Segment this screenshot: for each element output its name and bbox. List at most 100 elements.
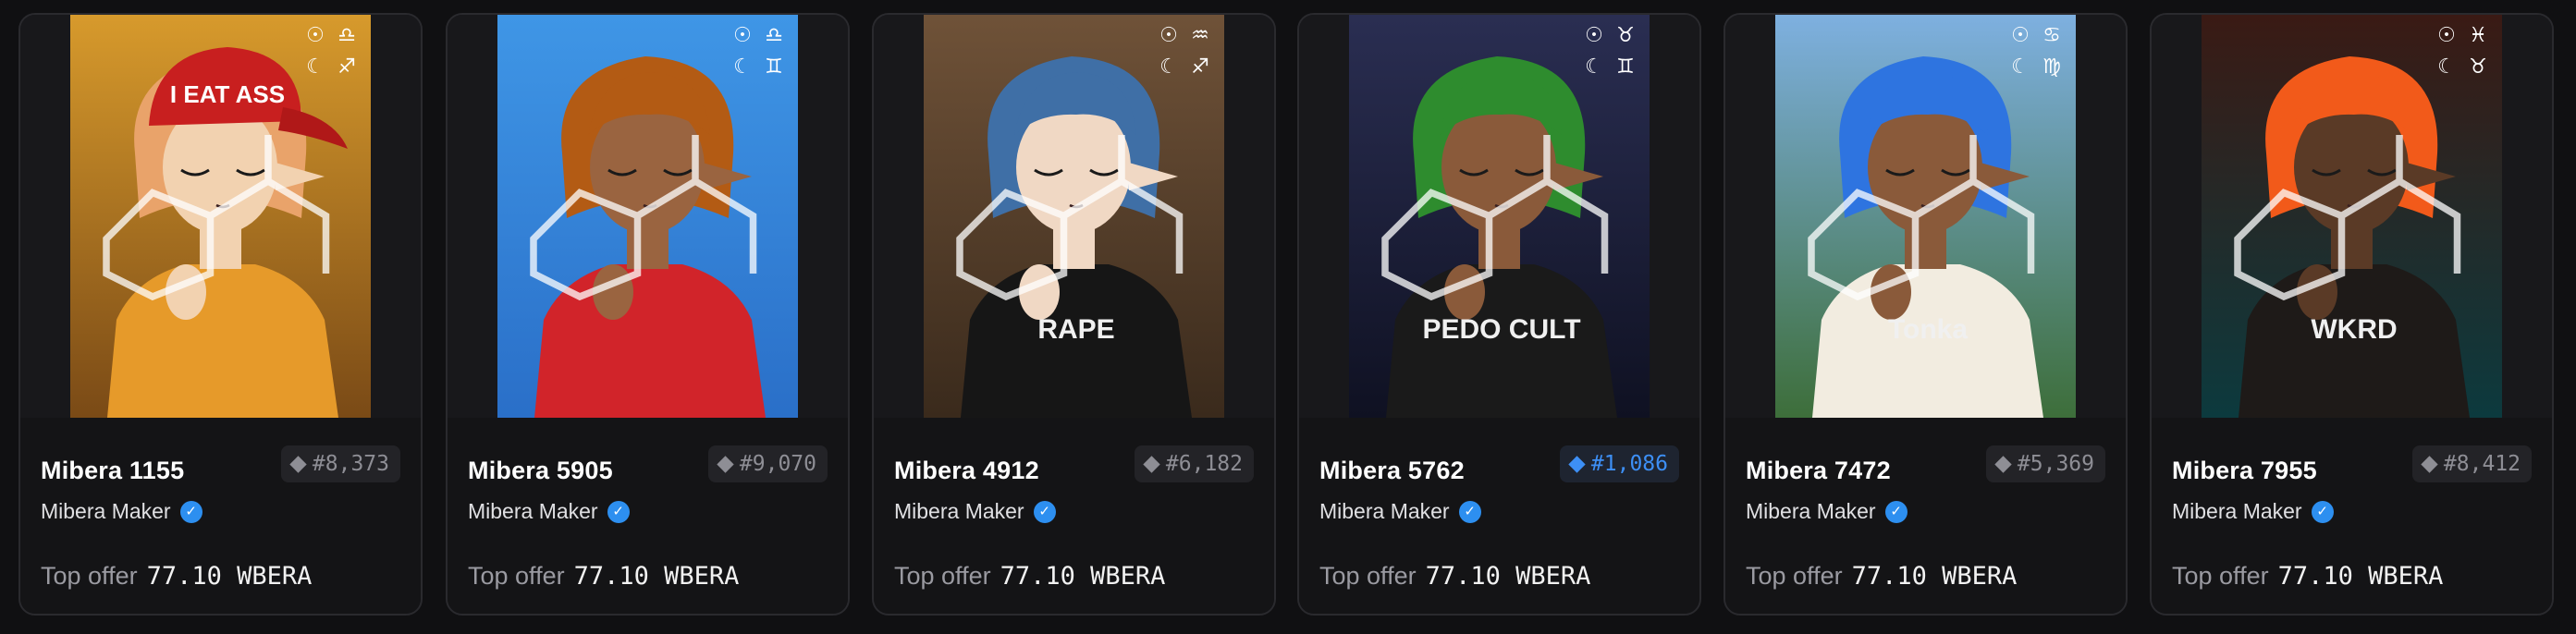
creator-name: Mibera Maker bbox=[41, 499, 171, 523]
creator-link[interactable]: Mibera Maker ✓ bbox=[894, 499, 1056, 524]
card-info: Mibera 7472 #5,369 Mibera Maker ✓ Top offer 7… bbox=[1725, 418, 2126, 614]
sun-sign-row: ☉ ♒ bbox=[1156, 24, 1211, 48]
sun-sign-row: ☉ ♋ bbox=[2007, 24, 2063, 48]
nft-card[interactable]: I EAT ASS ☉ ♎ ☾ ♐ Mibera 1155 #8,373 Mibera Mak… bbox=[18, 13, 423, 616]
creator-name: Mibera Maker bbox=[2172, 499, 2302, 523]
sun-icon: ☉ bbox=[2011, 24, 2030, 47]
diamond-icon bbox=[1994, 455, 2012, 473]
card-info: Mibera 7955 #8,412 Mibera Maker ✓ Top offer 7… bbox=[2152, 418, 2552, 614]
top-offer: Top offer 77.10 WBERA bbox=[1319, 562, 1590, 591]
top-offer-value: 77.10 WBERA bbox=[1000, 562, 1166, 591]
nft-name[interactable]: Mibera 7955 bbox=[2172, 457, 2317, 485]
nft-image-area[interactable]: Tonka ☉ ♋ ☾ ♍ bbox=[1725, 15, 2126, 418]
verified-badge-icon: ✓ bbox=[179, 500, 202, 523]
top-offer-value: 77.10 WBERA bbox=[1425, 562, 1591, 591]
zodiac-badges: ☉ ♒ ☾ ♐ bbox=[1156, 24, 1211, 79]
sun-zodiac-icon: ♉ bbox=[1616, 24, 1635, 47]
moon-icon: ☾ bbox=[2011, 55, 2030, 79]
rarity-rank-badge: #5,369 bbox=[1985, 445, 2105, 482]
top-offer-label: Top offer bbox=[41, 562, 138, 590]
nft-card[interactable]: ☉ ♎ ☾ ♊ Mibera 5905 #9,070 Mibera Maker ✓ Top of… bbox=[446, 13, 850, 616]
creator-link[interactable]: Mibera Maker ✓ bbox=[1319, 499, 1481, 524]
top-offer: Top offer 77.10 WBERA bbox=[1746, 562, 2017, 591]
verified-badge-icon: ✓ bbox=[1884, 500, 1907, 523]
top-offer: Top offer 77.10 WBERA bbox=[894, 562, 1165, 591]
nft-image-area[interactable]: ☉ ♎ ☾ ♊ bbox=[448, 15, 848, 418]
nft-card[interactable]: RAPE ☉ ♒ ☾ ♐ Mibera 4912 #6,182 Mibera Maker ✓ To… bbox=[872, 13, 1276, 616]
verified-badge-icon: ✓ bbox=[607, 500, 630, 523]
nft-artwork: RAPE ☉ ♒ ☾ ♐ bbox=[924, 15, 1224, 418]
moon-sign-row: ☾ ♍ bbox=[2007, 55, 2063, 79]
moon-sign-row: ☾ ♊ bbox=[730, 55, 785, 79]
sun-icon: ☉ bbox=[733, 24, 752, 47]
creator-name: Mibera Maker bbox=[468, 499, 598, 523]
nft-artwork: WKRD ☉ ♓ ☾ ♉ bbox=[2202, 15, 2502, 418]
diamond-icon bbox=[1568, 455, 1586, 473]
sun-sign-row: ☉ ♓ bbox=[2434, 24, 2489, 48]
diamond-icon bbox=[2421, 455, 2438, 473]
moon-sign-row: ☾ ♉ bbox=[2434, 55, 2489, 79]
rarity-rank-value: #8,412 bbox=[2443, 452, 2521, 476]
creator-link[interactable]: Mibera Maker ✓ bbox=[468, 499, 630, 524]
moon-icon: ☾ bbox=[2437, 55, 2456, 79]
top-offer-value: 77.10 WBERA bbox=[2277, 562, 2444, 591]
rarity-rank-value: #5,369 bbox=[2017, 452, 2094, 476]
verified-badge-icon: ✓ bbox=[2311, 500, 2334, 523]
sun-zodiac-icon: ♎ bbox=[765, 24, 783, 47]
moon-sign-row: ☾ ♊ bbox=[1581, 55, 1637, 79]
sun-zodiac-icon: ♎ bbox=[337, 24, 356, 47]
card-info: Mibera 1155 #8,373 Mibera Maker ✓ Top offer 7… bbox=[20, 418, 421, 614]
creator-link[interactable]: Mibera Maker ✓ bbox=[2172, 499, 2334, 524]
nft-artwork: PEDO CULT ☉ ♉ ☾ ♊ bbox=[1349, 15, 1650, 418]
nft-name[interactable]: Mibera 5762 bbox=[1319, 457, 1465, 485]
rarity-rank-badge: #1,086 bbox=[1559, 445, 1679, 482]
top-offer-label: Top offer bbox=[2172, 562, 2269, 590]
nft-image-area[interactable]: PEDO CULT ☉ ♉ ☾ ♊ bbox=[1299, 15, 1699, 418]
moon-icon: ☾ bbox=[733, 55, 752, 79]
moon-zodiac-icon: ♐ bbox=[337, 55, 356, 79]
diamond-icon bbox=[289, 455, 307, 473]
rarity-rank-value: #9,070 bbox=[739, 452, 816, 476]
nft-artwork: ☉ ♎ ☾ ♊ bbox=[497, 15, 798, 418]
moon-zodiac-icon: ♊ bbox=[1616, 55, 1635, 79]
nft-image-area[interactable]: RAPE ☉ ♒ ☾ ♐ bbox=[874, 15, 1274, 418]
nft-name[interactable]: Mibera 5905 bbox=[468, 457, 613, 485]
rarity-rank-badge: #8,412 bbox=[2411, 445, 2532, 482]
verified-badge-icon: ✓ bbox=[1033, 500, 1056, 523]
nft-name[interactable]: Mibera 4912 bbox=[894, 457, 1039, 485]
nft-card[interactable]: Tonka ☉ ♋ ☾ ♍ Mibera 7472 #5,369 Mibera Maker ✓ T… bbox=[1723, 13, 2128, 616]
top-offer-value: 77.10 WBERA bbox=[146, 562, 313, 591]
molecule-icon bbox=[103, 135, 330, 301]
sun-icon: ☉ bbox=[2437, 24, 2456, 47]
top-offer-label: Top offer bbox=[1319, 562, 1417, 590]
nft-card[interactable]: WKRD ☉ ♓ ☾ ♉ Mibera 7955 #8,412 Mibera Maker ✓ To… bbox=[2150, 13, 2554, 616]
creator-link[interactable]: Mibera Maker ✓ bbox=[41, 499, 202, 524]
nft-card[interactable]: PEDO CULT ☉ ♉ ☾ ♊ Mibera 5762 #1,086 Mibera Mak… bbox=[1297, 13, 1701, 616]
molecule-icon bbox=[2234, 135, 2461, 301]
card-info: Mibera 4912 #6,182 Mibera Maker ✓ Top offer 7… bbox=[874, 418, 1274, 614]
moon-icon: ☾ bbox=[1585, 55, 1603, 79]
nft-name[interactable]: Mibera 7472 bbox=[1746, 457, 1891, 485]
moon-zodiac-icon: ♍ bbox=[2042, 55, 2061, 79]
moon-icon: ☾ bbox=[306, 55, 325, 79]
sun-icon: ☉ bbox=[1159, 24, 1178, 47]
sun-icon: ☉ bbox=[306, 24, 325, 47]
moon-sign-row: ☾ ♐ bbox=[302, 55, 358, 79]
moon-icon: ☾ bbox=[1159, 55, 1178, 79]
verified-badge-icon: ✓ bbox=[1458, 500, 1481, 523]
diamond-icon bbox=[717, 455, 734, 473]
sun-zodiac-icon: ♒ bbox=[1191, 24, 1209, 47]
nft-image-area[interactable]: I EAT ASS ☉ ♎ ☾ ♐ bbox=[20, 15, 421, 418]
rarity-rank-badge: #8,373 bbox=[280, 445, 400, 482]
zodiac-badges: ☉ ♋ ☾ ♍ bbox=[2007, 24, 2063, 79]
top-offer: Top offer 77.10 WBERA bbox=[41, 562, 312, 591]
nft-image-area[interactable]: WKRD ☉ ♓ ☾ ♉ bbox=[2152, 15, 2552, 418]
nft-artwork: Tonka ☉ ♋ ☾ ♍ bbox=[1775, 15, 2076, 418]
nft-name[interactable]: Mibera 1155 bbox=[41, 457, 184, 485]
sun-zodiac-icon: ♓ bbox=[2469, 24, 2487, 47]
zodiac-badges: ☉ ♎ ☾ ♊ bbox=[730, 24, 785, 79]
card-info: Mibera 5762 #1,086 Mibera Maker ✓ Top offer 7… bbox=[1299, 418, 1699, 614]
creator-link[interactable]: Mibera Maker ✓ bbox=[1746, 499, 1907, 524]
zodiac-badges: ☉ ♉ ☾ ♊ bbox=[1581, 24, 1637, 79]
sun-sign-row: ☉ ♉ bbox=[1581, 24, 1637, 48]
